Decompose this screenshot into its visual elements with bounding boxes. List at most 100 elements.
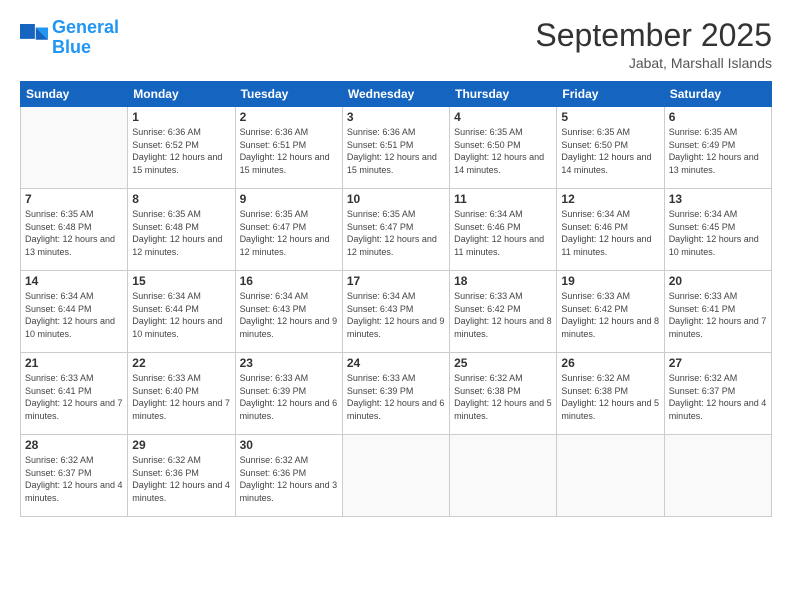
day-info: Sunrise: 6:34 AMSunset: 6:44 PMDaylight:… [132,290,230,340]
header-row: Sunday Monday Tuesday Wednesday Thursday… [21,82,772,107]
calendar-cell: 9 Sunrise: 6:35 AMSunset: 6:47 PMDaylight… [235,189,342,271]
calendar-cell: 6Sunrise: 6:35 AMSunset: 6:49 PMDaylight… [664,107,771,189]
calendar-cell: 4 Sunrise: 6:35 AMSunset: 6:50 PMDaylight… [450,107,557,189]
calendar-cell: 3Sunrise: 6:36 AMSunset: 6:51 PMDaylight… [342,107,449,189]
day-number: 28 [25,438,123,452]
logo: General Blue [20,18,119,58]
calendar-cell: 20 Sunrise: 6:33 AMSunset: 6:41 PMDayligh… [664,271,771,353]
calendar-cell: 14Sunrise: 6:34 AMSunset: 6:44 PMDayligh… [21,271,128,353]
calendar-week-0: 1 Sunrise: 6:36 AMSunset: 6:52 PMDaylight… [21,107,772,189]
day-info: Sunrise: 6:32 AMSunset: 6:36 PMDaylight:… [240,454,338,504]
calendar-cell: 1 Sunrise: 6:36 AMSunset: 6:52 PMDaylight… [128,107,235,189]
day-info: Sunrise: 6:32 AMSunset: 6:37 PMDaylight:… [669,372,767,422]
calendar-cell: 12Sunrise: 6:34 AMSunset: 6:46 PMDayligh… [557,189,664,271]
day-info: Sunrise: 6:33 AMSunset: 6:39 PMDaylight:… [240,372,338,422]
calendar-cell [21,107,128,189]
calendar-week-3: 21Sunrise: 6:33 AMSunset: 6:41 PMDayligh… [21,353,772,435]
day-number: 2 [240,110,338,124]
day-number: 3 [347,110,445,124]
day-info: Sunrise: 6:34 AMSunset: 6:43 PMDaylight:… [240,290,338,340]
logo-text: General Blue [52,18,119,58]
calendar-cell: 30 Sunrise: 6:32 AMSunset: 6:36 PMDayligh… [235,435,342,517]
day-number: 25 [454,356,552,370]
day-number: 15 [132,274,230,288]
day-info: Sunrise: 6:32 AMSunset: 6:38 PMDaylight:… [561,372,659,422]
calendar-week-4: 28 Sunrise: 6:32 AMSunset: 6:37 PMDayligh… [21,435,772,517]
day-number: 1 [132,110,230,124]
header: General Blue September 2025 Jabat, Marsh… [20,18,772,71]
logo-line2: Blue [52,37,91,57]
day-info: Sunrise: 6:36 AMSunset: 6:51 PMDaylight:… [240,126,338,176]
day-info: Sunrise: 6:33 AMSunset: 6:42 PMDaylight:… [454,290,552,340]
day-info: Sunrise: 6:35 AMSunset: 6:48 PMDaylight:… [25,208,123,258]
day-info: Sunrise: 6:36 AMSunset: 6:52 PMDaylight:… [132,126,230,176]
calendar-cell: 28 Sunrise: 6:32 AMSunset: 6:37 PMDayligh… [21,435,128,517]
day-info: Sunrise: 6:34 AMSunset: 6:43 PMDaylight:… [347,290,445,340]
calendar-cell: 24Sunrise: 6:33 AMSunset: 6:39 PMDayligh… [342,353,449,435]
day-number: 4 [454,110,552,124]
day-info: Sunrise: 6:35 AMSunset: 6:47 PMDaylight:… [240,208,338,258]
day-info: Sunrise: 6:35 AMSunset: 6:48 PMDaylight:… [132,208,230,258]
day-number: 18 [454,274,552,288]
day-number: 19 [561,274,659,288]
day-number: 23 [240,356,338,370]
calendar-body: 1 Sunrise: 6:36 AMSunset: 6:52 PMDaylight… [21,107,772,517]
calendar-cell: 29 Sunrise: 6:32 AMSunset: 6:36 PMDayligh… [128,435,235,517]
col-thursday: Thursday [450,82,557,107]
day-number: 14 [25,274,123,288]
calendar-cell: 11Sunrise: 6:34 AMSunset: 6:46 PMDayligh… [450,189,557,271]
day-info: Sunrise: 6:32 AMSunset: 6:37 PMDaylight:… [25,454,123,504]
day-number: 13 [669,192,767,206]
day-info: Sunrise: 6:34 AMSunset: 6:46 PMDaylight:… [561,208,659,258]
day-info: Sunrise: 6:34 AMSunset: 6:46 PMDaylight:… [454,208,552,258]
calendar-cell: 2 Sunrise: 6:36 AMSunset: 6:51 PMDaylight… [235,107,342,189]
day-info: Sunrise: 6:33 AMSunset: 6:40 PMDaylight:… [132,372,230,422]
day-info: Sunrise: 6:33 AMSunset: 6:41 PMDaylight:… [669,290,767,340]
calendar-cell: 8 Sunrise: 6:35 AMSunset: 6:48 PMDaylight… [128,189,235,271]
calendar-cell [450,435,557,517]
day-number: 30 [240,438,338,452]
day-number: 26 [561,356,659,370]
page: General Blue September 2025 Jabat, Marsh… [0,0,792,612]
day-info: Sunrise: 6:35 AMSunset: 6:49 PMDaylight:… [669,126,767,176]
day-number: 17 [347,274,445,288]
calendar-cell: 26 Sunrise: 6:32 AMSunset: 6:38 PMDayligh… [557,353,664,435]
col-wednesday: Wednesday [342,82,449,107]
day-number: 29 [132,438,230,452]
col-tuesday: Tuesday [235,82,342,107]
day-number: 16 [240,274,338,288]
col-friday: Friday [557,82,664,107]
logo-icon [20,24,48,52]
day-info: Sunrise: 6:32 AMSunset: 6:38 PMDaylight:… [454,372,552,422]
calendar-cell [342,435,449,517]
day-number: 20 [669,274,767,288]
calendar-cell: 27 Sunrise: 6:32 AMSunset: 6:37 PMDayligh… [664,353,771,435]
calendar-header: Sunday Monday Tuesday Wednesday Thursday… [21,82,772,107]
day-number: 10 [347,192,445,206]
day-number: 27 [669,356,767,370]
day-info: Sunrise: 6:35 AMSunset: 6:50 PMDaylight:… [561,126,659,176]
day-number: 22 [132,356,230,370]
logo-line1: General [52,17,119,37]
calendar-cell: 22 Sunrise: 6:33 AMSunset: 6:40 PMDayligh… [128,353,235,435]
calendar-cell: 23 Sunrise: 6:33 AMSunset: 6:39 PMDayligh… [235,353,342,435]
calendar-cell: 5Sunrise: 6:35 AMSunset: 6:50 PMDaylight… [557,107,664,189]
calendar-week-2: 14 Sunrise: 6:34 AMSunset: 6:44 PMDayligh… [21,271,772,353]
day-number: 8 [132,192,230,206]
day-info: Sunrise: 6:33 AMSunset: 6:39 PMDaylight:… [347,372,445,422]
calendar-cell: 15 Sunrise: 6:34 AMSunset: 6:44 PMDayligh… [128,271,235,353]
day-number: 9 [240,192,338,206]
calendar-cell: 7 Sunrise: 6:35 AMSunset: 6:48 PMDaylight… [21,189,128,271]
calendar-cell [664,435,771,517]
day-number: 7 [25,192,123,206]
day-info: Sunrise: 6:32 AMSunset: 6:36 PMDaylight:… [132,454,230,504]
calendar-table: Sunday Monday Tuesday Wednesday Thursday… [20,81,772,517]
calendar-cell: 25 Sunrise: 6:32 AMSunset: 6:38 PMDayligh… [450,353,557,435]
calendar-cell [557,435,664,517]
month-title: September 2025 [535,18,772,53]
calendar-cell: 19Sunrise: 6:33 AMSunset: 6:42 PMDayligh… [557,271,664,353]
calendar-cell: 17 Sunrise: 6:34 AMSunset: 6:43 PMDayligh… [342,271,449,353]
calendar-cell: 16 Sunrise: 6:34 AMSunset: 6:43 PMDayligh… [235,271,342,353]
day-info: Sunrise: 6:35 AMSunset: 6:50 PMDaylight:… [454,126,552,176]
col-saturday: Saturday [664,82,771,107]
